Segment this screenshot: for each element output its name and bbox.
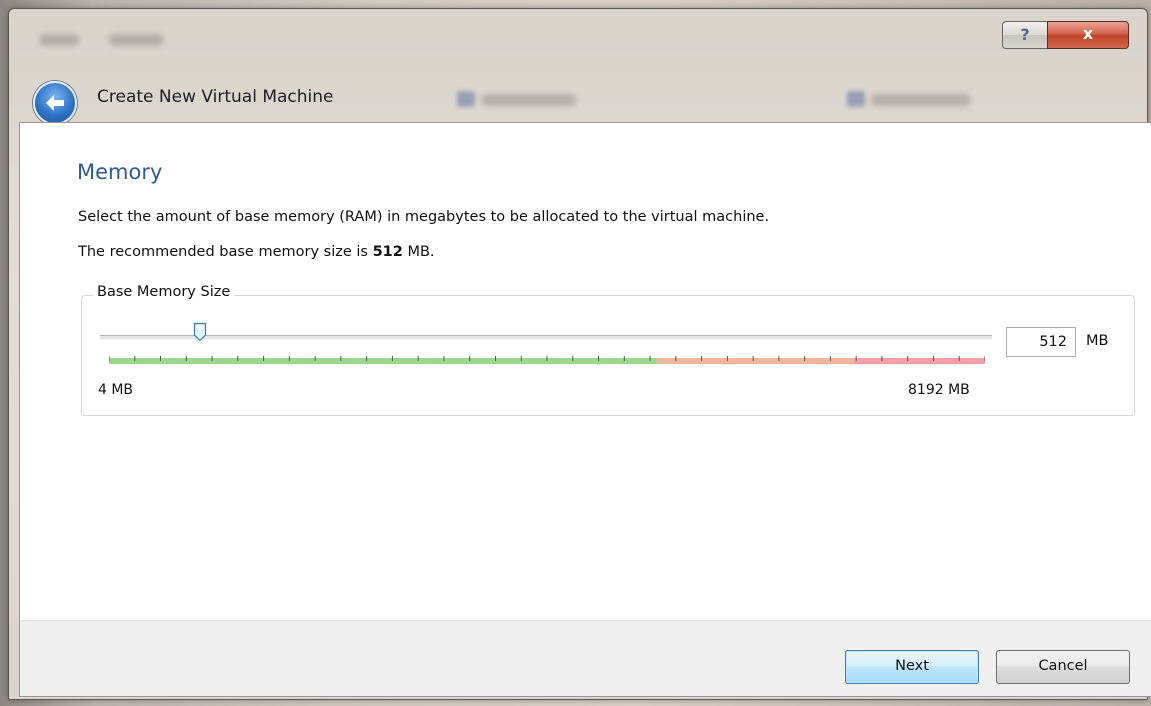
back-arrow-icon bbox=[46, 95, 64, 111]
recommended-value: 512 bbox=[372, 244, 403, 260]
memory-scale bbox=[109, 356, 985, 364]
min-memory-label: 4 MB bbox=[98, 382, 134, 398]
recommendation-text: The recommended base memory size is 512 … bbox=[78, 244, 435, 260]
blurred-text bbox=[481, 94, 576, 106]
help-icon: ? bbox=[1020, 25, 1030, 44]
scale-zone-orange bbox=[656, 358, 854, 364]
blurred-icon bbox=[457, 91, 475, 107]
recommendation-suffix: MB. bbox=[402, 244, 435, 260]
close-icon: x bbox=[1082, 24, 1094, 43]
back-button[interactable] bbox=[33, 81, 77, 125]
scale-zone-green bbox=[109, 358, 657, 364]
dialog-window: ? x Create New Virtual Machine Memory Se… bbox=[8, 8, 1151, 700]
scale-zone-red bbox=[853, 358, 985, 364]
button-bar: Next Cancel bbox=[19, 620, 1151, 697]
max-memory-label: 8192 MB bbox=[908, 382, 970, 398]
memory-slider-track[interactable] bbox=[100, 335, 992, 340]
blurred-icon bbox=[847, 91, 865, 107]
recommendation-prefix: The recommended base memory size is bbox=[78, 244, 373, 260]
memory-slider-thumb[interactable] bbox=[193, 322, 207, 342]
wizard-page: Memory Select the amount of base memory … bbox=[19, 122, 1151, 621]
groupbox-label: Base Memory Size bbox=[93, 284, 235, 300]
page-title: Memory bbox=[77, 160, 163, 184]
blurred-text bbox=[109, 34, 164, 46]
memory-unit-label: MB bbox=[1086, 333, 1109, 349]
memory-size-input[interactable] bbox=[1006, 327, 1076, 357]
blurred-text bbox=[39, 34, 79, 46]
wizard-title: Create New Virtual Machine bbox=[97, 87, 334, 107]
help-button[interactable]: ? bbox=[1002, 21, 1048, 49]
cancel-button[interactable]: Cancel bbox=[996, 650, 1130, 684]
close-button[interactable]: x bbox=[1047, 21, 1129, 49]
next-button[interactable]: Next bbox=[845, 650, 979, 684]
description-text: Select the amount of base memory (RAM) i… bbox=[78, 209, 770, 225]
blurred-text bbox=[871, 94, 971, 106]
